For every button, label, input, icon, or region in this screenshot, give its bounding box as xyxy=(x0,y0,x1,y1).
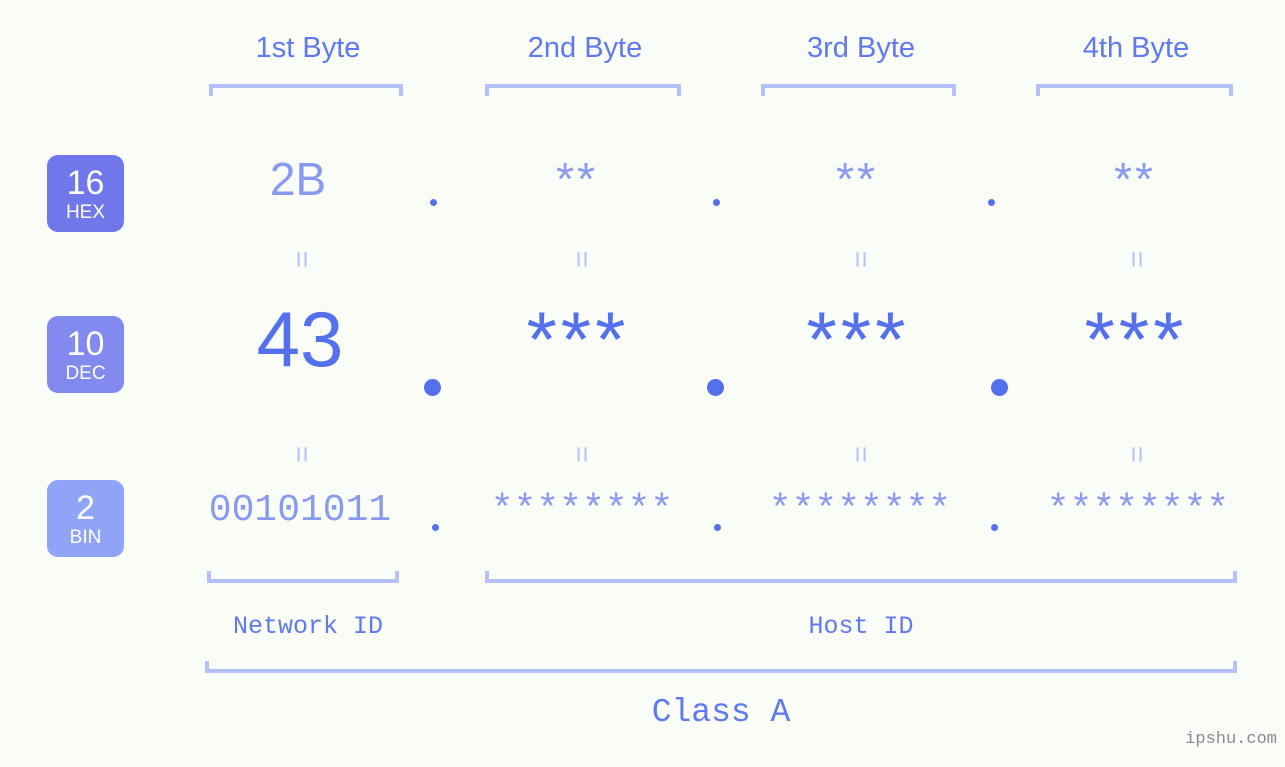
byte-header-4: 4th Byte xyxy=(1082,32,1190,64)
class-bracket xyxy=(205,661,1237,673)
bin-byte-4-value: ******** xyxy=(1046,489,1230,532)
byte-bracket-3 xyxy=(761,84,956,96)
bin-byte-1-value: 00101011 xyxy=(208,489,392,532)
dec-byte-1-value: 43 xyxy=(256,295,344,383)
host-id-label: Host ID xyxy=(808,612,914,641)
byte-header-3: 3rd Byte xyxy=(807,32,915,64)
hex-separator-dot-1 xyxy=(430,199,437,206)
ip-byte-breakdown-diagram: 1st Byte 2nd Byte 3rd Byte 4th Byte 16 H… xyxy=(0,0,1285,767)
bin-byte-2-value: ******** xyxy=(490,489,674,532)
hex-separator-dot-2 xyxy=(713,199,720,206)
equals-dec-bin-2: = xyxy=(565,446,598,463)
base-badge-dec: 10 DEC xyxy=(47,316,124,393)
base-badge-hex-abbr: HEX xyxy=(65,201,106,223)
byte-bracket-2 xyxy=(485,84,681,96)
equals-hex-dec-4: = xyxy=(1120,251,1153,268)
site-watermark: ipshu.com xyxy=(1185,730,1277,749)
byte-header-1: 1st Byte xyxy=(255,32,361,64)
dec-byte-3-value: *** xyxy=(806,295,910,383)
dec-separator-dot-1 xyxy=(424,379,441,396)
byte-bracket-4 xyxy=(1036,84,1233,96)
dec-byte-2-value: *** xyxy=(526,295,630,383)
network-id-label: Network ID xyxy=(232,612,384,641)
equals-dec-bin-4: = xyxy=(1120,446,1153,463)
hex-byte-1-value: 2B xyxy=(269,153,327,205)
byte-bracket-1 xyxy=(209,84,403,96)
equals-hex-dec-2: = xyxy=(565,251,598,268)
base-badge-bin-abbr: BIN xyxy=(69,526,102,548)
base-badge-dec-number: 10 xyxy=(66,324,105,363)
byte-header-2: 2nd Byte xyxy=(527,32,643,64)
equals-dec-bin-3: = xyxy=(844,446,877,463)
base-badge-hex: 16 HEX xyxy=(47,155,124,232)
hex-byte-4-value: ** xyxy=(1114,153,1156,205)
bin-separator-dot-3 xyxy=(991,524,998,531)
hex-byte-3-value: ** xyxy=(836,153,878,205)
dec-separator-dot-3 xyxy=(991,379,1008,396)
hex-byte-2-value: ** xyxy=(556,153,598,205)
base-badge-bin: 2 BIN xyxy=(47,480,124,557)
hex-separator-dot-3 xyxy=(988,199,995,206)
equals-dec-bin-1: = xyxy=(285,446,318,463)
bin-separator-dot-1 xyxy=(432,524,439,531)
dec-byte-4-value: *** xyxy=(1084,295,1188,383)
class-label: Class A xyxy=(651,694,791,731)
base-badge-bin-number: 2 xyxy=(76,488,95,527)
bin-byte-3-value: ******** xyxy=(768,489,952,532)
bin-separator-dot-2 xyxy=(714,524,721,531)
equals-hex-dec-3: = xyxy=(844,251,877,268)
network-id-bracket xyxy=(207,571,399,583)
host-id-bracket xyxy=(485,571,1237,583)
dec-separator-dot-2 xyxy=(707,379,724,396)
equals-hex-dec-1: = xyxy=(285,251,318,268)
base-badge-dec-abbr: DEC xyxy=(65,362,106,384)
base-badge-hex-number: 16 xyxy=(66,163,105,202)
